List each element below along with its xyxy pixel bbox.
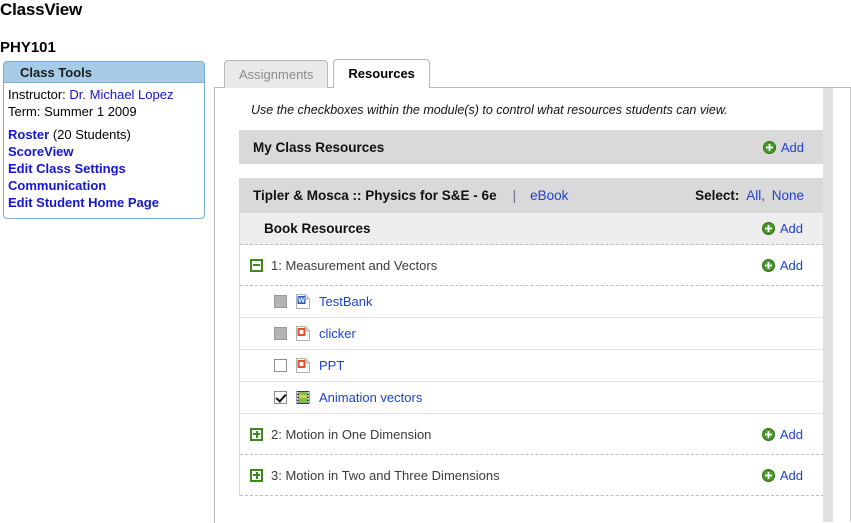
list-item: Animation vectors: [240, 382, 829, 414]
add-circle-icon: [762, 428, 775, 441]
resource-link[interactable]: Animation vectors: [319, 390, 422, 405]
add-label: Add: [780, 427, 803, 442]
add-module-resource-button[interactable]: Add: [762, 427, 829, 442]
class-tools-sidebar: Class Tools Instructor: Dr. Michael Lope…: [3, 61, 205, 219]
powerpoint-document-icon: [296, 326, 310, 341]
add-module-resource-button[interactable]: Add: [762, 258, 829, 273]
add-circle-icon: [762, 259, 775, 272]
sidebar-item-label[interactable]: Edit Class Settings: [8, 161, 126, 176]
ebook-link[interactable]: eBook: [530, 188, 568, 203]
add-my-class-resource-button[interactable]: Add: [763, 140, 830, 155]
page-title: ClassView: [0, 0, 82, 20]
sidebar-body: Instructor: Dr. Michael Lopez Term: Summ…: [4, 83, 204, 218]
select-none-link[interactable]: None: [772, 188, 804, 203]
svg-text:W: W: [298, 298, 305, 305]
my-class-resources-title: My Class Resources: [253, 140, 384, 155]
sidebar-item-edit-student-home-page[interactable]: Edit Student Home Page: [8, 194, 200, 211]
term-row: Term: Summer 1 2009: [8, 103, 200, 120]
module-title: 2: Motion in One Dimension: [271, 427, 431, 442]
book-resources-subbar: Book Resources Add: [240, 213, 829, 245]
book-title: Tipler & Mosca :: Physics for S&E - 6e: [253, 188, 497, 203]
add-book-resource-button[interactable]: Add: [762, 221, 829, 236]
sidebar-item-edit-class-settings[interactable]: Edit Class Settings: [8, 160, 200, 177]
term-label: Term:: [8, 104, 41, 119]
word-document-icon: W: [296, 294, 310, 309]
add-label: Add: [780, 221, 803, 236]
resource-link[interactable]: clicker: [319, 326, 356, 341]
module-title: 3: Motion in Two and Three Dimensions: [271, 468, 500, 483]
sidebar-item-label[interactable]: Edit Student Home Page: [8, 195, 159, 210]
sidebar-item-roster: Roster (20 Students): [8, 126, 200, 143]
add-label: Add: [780, 258, 803, 273]
list-item: PPT: [240, 350, 829, 382]
list-item: clicker: [240, 318, 829, 350]
book-header-bar: Tipler & Mosca :: Physics for S&E - 6e |…: [239, 178, 830, 213]
sidebar-item-label[interactable]: Communication: [8, 178, 106, 193]
resource-link[interactable]: PPT: [319, 358, 344, 373]
expand-plus-icon[interactable]: [250, 469, 263, 482]
sidebar-header: Class Tools: [4, 62, 204, 83]
module-title: 1: Measurement and Vectors: [271, 258, 437, 273]
my-class-resources-bar: My Class Resources Add: [239, 130, 830, 164]
hint-text: Use the checkboxes within the module(s) …: [215, 103, 851, 117]
sidebar-nav: Roster (20 Students) ScoreView Edit Clas…: [8, 120, 200, 211]
resource-checkbox[interactable]: [274, 359, 287, 372]
module-row: 1: Measurement and Vectors Add: [240, 245, 829, 286]
select-group: Select: All, None: [695, 188, 830, 203]
roster-count: (20 Students): [53, 127, 131, 142]
instructor-row: Instructor: Dr. Michael Lopez: [8, 86, 200, 103]
add-circle-icon: [763, 141, 776, 154]
list-item: W TestBank: [240, 286, 829, 318]
add-label: Add: [780, 468, 803, 483]
resources-panel: My Class Resources Add Tipler & Mosca ::…: [239, 130, 830, 496]
powerpoint-document-icon: [296, 358, 310, 373]
term-value: Summer 1 2009: [44, 104, 137, 119]
add-module-resource-button[interactable]: Add: [762, 468, 829, 483]
module-row: 3: Motion in Two and Three Dimensions Ad…: [240, 455, 829, 496]
module-row: 2: Motion in One Dimension Add: [240, 414, 829, 455]
resource-link[interactable]: TestBank: [319, 294, 372, 309]
select-all-link[interactable]: All,: [746, 188, 765, 203]
sidebar-item-scoreview[interactable]: ScoreView: [8, 143, 200, 160]
expand-plus-icon[interactable]: [250, 428, 263, 441]
tab-bar: Assignments Resources: [224, 59, 430, 88]
vertical-scrollbar[interactable]: [823, 88, 833, 522]
resource-checkbox[interactable]: [274, 391, 287, 404]
add-circle-icon: [762, 222, 775, 235]
separator: |: [513, 188, 517, 203]
film-strip-icon: [296, 390, 310, 405]
add-label: Add: [781, 140, 804, 155]
tab-assignments[interactable]: Assignments: [224, 60, 328, 88]
sidebar-item-communication[interactable]: Communication: [8, 177, 200, 194]
book-resources-title: Book Resources: [264, 221, 371, 236]
select-label: Select:: [695, 188, 739, 203]
tab-resources[interactable]: Resources: [333, 59, 429, 88]
resource-checkbox[interactable]: [274, 295, 287, 308]
sidebar-item-label[interactable]: ScoreView: [8, 144, 74, 159]
instructor-label: Instructor:: [8, 87, 66, 102]
roster-link[interactable]: Roster: [8, 127, 49, 142]
resources-scroll-area: Use the checkboxes within the module(s) …: [215, 88, 851, 522]
course-code: PHY101: [0, 39, 56, 56]
instructor-link[interactable]: Dr. Michael Lopez: [69, 87, 173, 102]
resource-checkbox[interactable]: [274, 327, 287, 340]
collapse-minus-icon[interactable]: [250, 259, 263, 272]
add-circle-icon: [762, 469, 775, 482]
book-body: Book Resources Add 1: Measureme: [239, 213, 830, 496]
